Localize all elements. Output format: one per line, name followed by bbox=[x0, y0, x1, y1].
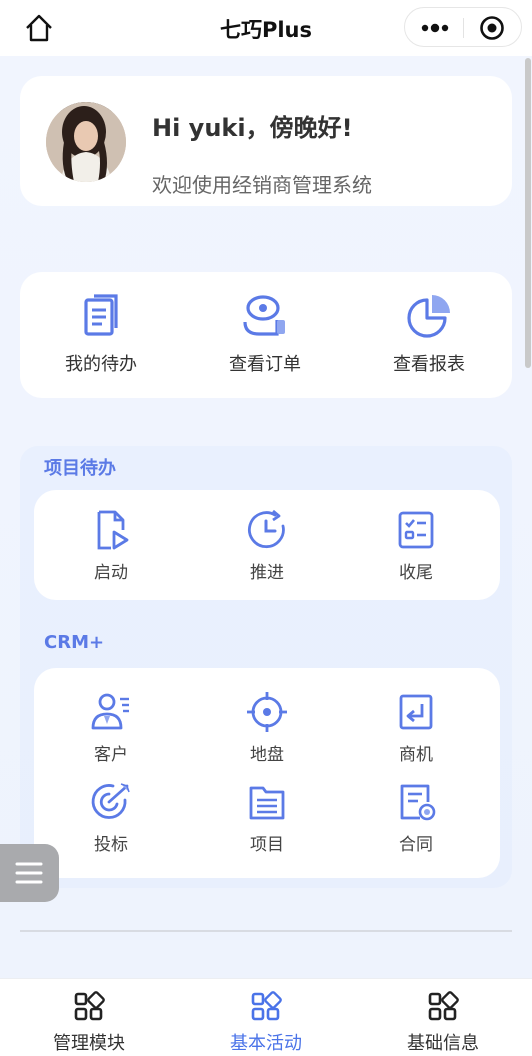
crm-contract[interactable]: 合同 bbox=[361, 780, 471, 855]
more-dots-icon[interactable] bbox=[419, 17, 451, 39]
grid-item-label: 收尾 bbox=[399, 563, 433, 583]
quick-action-orders[interactable]: 查看订单 bbox=[195, 290, 335, 386]
project-todo-card: 启动 推进 收尾 bbox=[34, 490, 500, 600]
avatar[interactable] bbox=[46, 102, 126, 182]
clock-progress-icon bbox=[248, 509, 285, 549]
quick-action-label: 查看订单 bbox=[229, 354, 301, 375]
checklist-icon bbox=[398, 511, 434, 549]
pie-chart-icon bbox=[407, 295, 450, 338]
floating-menu-button[interactable] bbox=[0, 844, 59, 902]
tab-basic-activity[interactable]: 基本活动 bbox=[206, 991, 326, 1055]
greeting-title: Hi yuki，傍晚好! bbox=[152, 114, 353, 142]
grid-icon bbox=[251, 991, 282, 1021]
capsule-divider bbox=[463, 18, 464, 38]
scrollbar[interactable] bbox=[525, 58, 531, 368]
project-todo-start[interactable]: 启动 bbox=[56, 508, 166, 583]
divider-line bbox=[20, 930, 512, 932]
customer-icon bbox=[91, 693, 129, 730]
project-folder-icon bbox=[249, 786, 285, 820]
hamburger-icon bbox=[15, 862, 43, 884]
todo-document-icon bbox=[84, 294, 118, 336]
grid-item-label: 启动 bbox=[94, 563, 128, 583]
territory-target-icon bbox=[247, 692, 287, 732]
project-todo-progress[interactable]: 推进 bbox=[212, 508, 322, 583]
target-icon[interactable] bbox=[479, 15, 505, 41]
quick-action-reports[interactable]: 查看报表 bbox=[359, 290, 499, 386]
tab-basic-info[interactable]: 基础信息 bbox=[383, 991, 503, 1055]
crm-territory[interactable]: 地盘 bbox=[212, 690, 322, 765]
grid-item-label: 推进 bbox=[250, 563, 284, 583]
main-content: Hi yuki，傍晚好! 欢迎使用经销商管理系统 我的待办 查看订单 查看报表 … bbox=[0, 56, 532, 978]
tab-management[interactable]: 管理模块 bbox=[29, 991, 149, 1055]
crm-opportunity[interactable]: 商机 bbox=[361, 690, 471, 765]
crm-project[interactable]: 项目 bbox=[212, 780, 322, 855]
quick-action-label: 查看报表 bbox=[393, 354, 465, 375]
grid-item-label: 地盘 bbox=[250, 745, 284, 765]
grid-icon bbox=[74, 991, 105, 1021]
grid-icon bbox=[428, 991, 459, 1021]
tab-label: 基础信息 bbox=[407, 1033, 479, 1054]
quick-action-label: 我的待办 bbox=[65, 354, 137, 375]
crm-card: 客户 地盘 商机 投标 项目 合同 bbox=[34, 668, 500, 878]
grid-item-label: 投标 bbox=[94, 835, 128, 855]
bid-icon bbox=[91, 783, 130, 819]
crm-title: CRM+ bbox=[44, 632, 105, 653]
grid-item-label: 商机 bbox=[399, 745, 433, 765]
tab-label: 管理模块 bbox=[53, 1033, 125, 1054]
start-file-icon bbox=[97, 510, 129, 550]
project-todo-close[interactable]: 收尾 bbox=[361, 508, 471, 583]
contract-icon bbox=[400, 784, 436, 821]
crm-bid[interactable]: 投标 bbox=[56, 780, 166, 855]
top-bar: 七巧Plus bbox=[0, 0, 532, 56]
crm-customer[interactable]: 客户 bbox=[56, 690, 166, 765]
project-todo-title: 项目待办 bbox=[44, 458, 116, 479]
grid-item-label: 项目 bbox=[250, 835, 284, 855]
greeting-card: Hi yuki，傍晚好! 欢迎使用经销商管理系统 bbox=[20, 76, 512, 206]
grid-item-label: 客户 bbox=[94, 745, 128, 765]
greeting-subtitle: 欢迎使用经销商管理系统 bbox=[152, 173, 372, 197]
quick-action-todo[interactable]: 我的待办 bbox=[31, 290, 171, 386]
bottom-tabbar: 管理模块 基本活动 基础信息 bbox=[0, 978, 532, 1056]
opportunity-icon bbox=[399, 694, 433, 730]
tab-label: 基本活动 bbox=[230, 1033, 302, 1054]
quick-actions-card: 我的待办 查看订单 查看报表 bbox=[20, 272, 512, 398]
order-icon bbox=[243, 295, 285, 336]
grid-item-label: 合同 bbox=[399, 835, 433, 855]
capsule-menu bbox=[404, 7, 522, 47]
